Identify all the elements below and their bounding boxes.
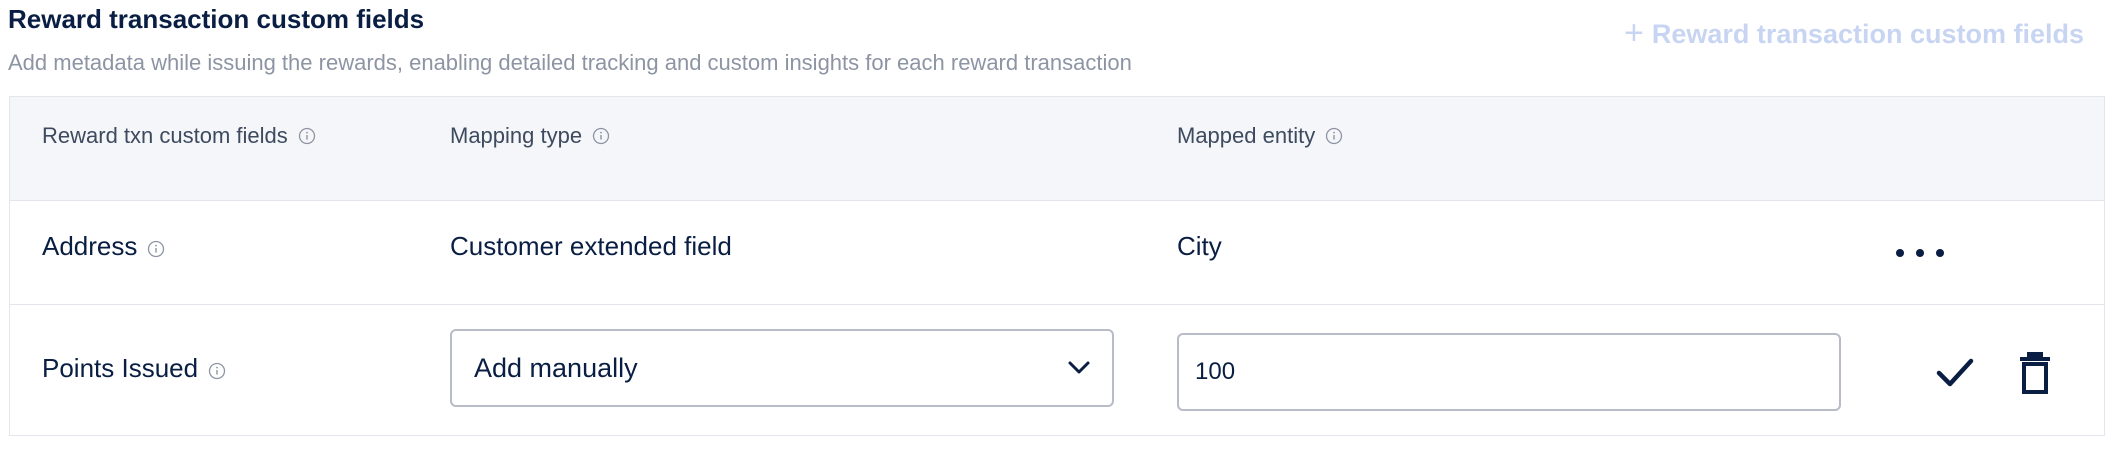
- column-header-custom-field: Reward txn custom fields: [42, 123, 316, 149]
- more-dot: [1916, 249, 1924, 257]
- mapping-type-value: Customer extended field: [450, 231, 732, 261]
- mapping-type-selected-value: Add manually: [474, 352, 638, 383]
- reward-custom-fields-section: Reward transaction custom fields Add met…: [0, 0, 2118, 456]
- column-header-mapping-type: Mapping type: [450, 123, 610, 149]
- table-row-editing: Points Issued Add manually: [10, 305, 2104, 435]
- table-header: Reward txn custom fields Mapping type Ma…: [10, 97, 2104, 201]
- column-header-label: Mapped entity: [1177, 123, 1316, 148]
- more-horizontal-icon: [1896, 249, 1904, 257]
- custom-field-name: Address: [42, 231, 165, 262]
- column-header-label: Reward txn custom fields: [42, 123, 288, 148]
- add-reward-custom-field-button[interactable]: + Reward transaction custom fields: [1624, 14, 2084, 52]
- info-icon[interactable]: [208, 362, 226, 380]
- checkmark-icon[interactable]: [1934, 355, 1976, 391]
- plus-icon: +: [1624, 14, 1644, 52]
- info-icon[interactable]: [592, 127, 610, 145]
- add-button-label: Reward transaction custom fields: [1651, 18, 2084, 49]
- info-icon[interactable]: [1325, 127, 1343, 145]
- more-dot: [1936, 249, 1944, 257]
- section-title: Reward transaction custom fields: [8, 4, 425, 34]
- field-label: Points Issued: [42, 353, 199, 383]
- info-icon[interactable]: [147, 240, 165, 258]
- table-row: Address Customer extended field City: [10, 201, 2104, 305]
- mapping-type-select[interactable]: Add manually: [450, 329, 1114, 407]
- mapped-entity-input[interactable]: [1177, 333, 1841, 411]
- more-options-button[interactable]: [1896, 245, 1944, 261]
- column-header-label: Mapping type: [450, 123, 583, 148]
- chevron-down-icon: [1068, 361, 1090, 374]
- section-description: Add metadata while issuing the rewards, …: [8, 50, 1132, 75]
- custom-fields-table: Reward txn custom fields Mapping type Ma…: [9, 96, 2105, 436]
- field-label: Address: [42, 231, 138, 261]
- column-header-mapped-entity: Mapped entity: [1177, 123, 1343, 149]
- mapped-entity-value: City: [1177, 231, 1222, 261]
- trash-icon[interactable]: [2018, 351, 2052, 395]
- custom-field-name: Points Issued: [42, 353, 226, 384]
- info-icon[interactable]: [298, 127, 316, 145]
